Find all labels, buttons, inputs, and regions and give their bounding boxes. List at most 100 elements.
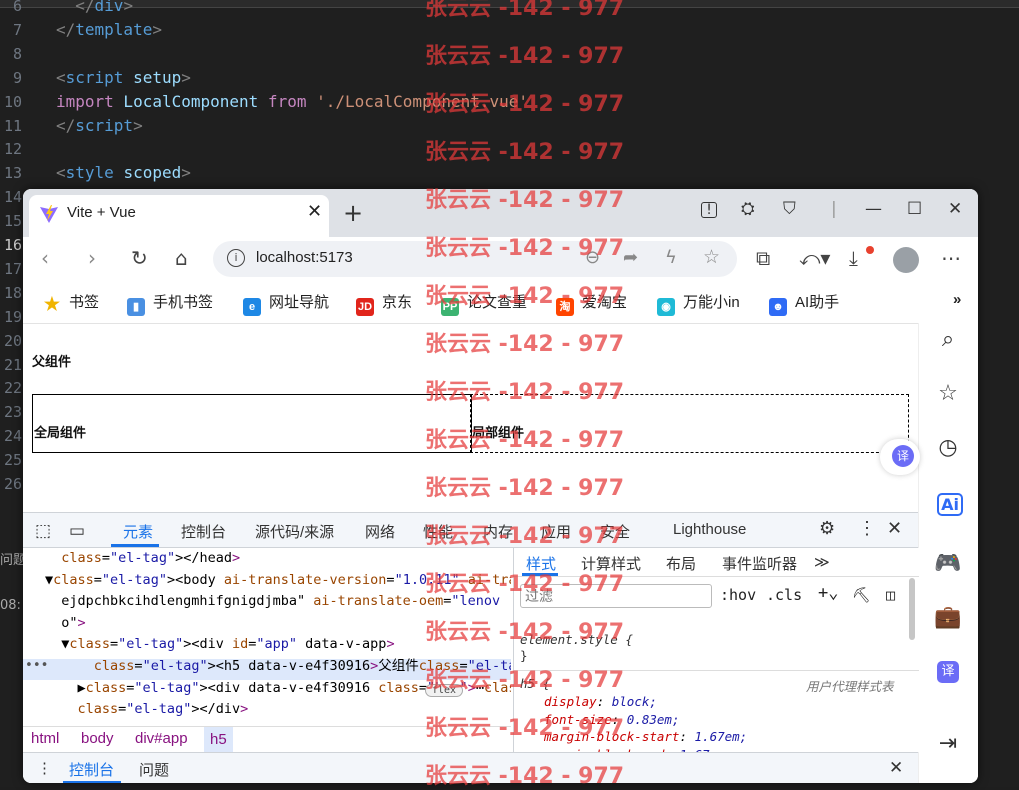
site-info-icon[interactable]: i [227,249,245,267]
reload-icon[interactable]: ↻ [131,246,148,270]
dom-node-line[interactable]: class="el-tag"></div> [45,699,249,720]
settings-gear-icon[interactable]: ⚙ [819,518,835,539]
bookmark-item[interactable]: ◉ 万能小in [657,291,740,316]
search-icon[interactable]: ⌕ [933,327,963,352]
devtools-tab[interactable]: 源代码/来源 [255,521,334,542]
drawer-tab-console[interactable]: 控制台 [69,759,114,780]
undo-menu-icon[interactable]: ⤺▾ [799,246,830,270]
code-text: <style scoped> [56,163,191,183]
hover-state-button[interactable]: :hov [720,586,756,604]
dom-node-line[interactable]: o"> [45,613,85,634]
robot-icon: ◉ [657,298,675,316]
avatar[interactable] [893,247,919,273]
download-badge [866,246,874,254]
download-icon[interactable]: ⤓ [849,246,858,270]
star-icon: ★ [43,294,61,314]
watermark-text: 张云云 -142 - 977 [425,284,625,309]
close-tab-icon[interactable]: ✕ [307,201,322,222]
devtools-tab[interactable]: 元素 [123,521,153,542]
share-icon[interactable]: ➦ [623,247,638,268]
global-component-box: 全局组件 [32,394,472,453]
bookmark-item[interactable]: ▮ 手机书签 [127,291,213,316]
class-toggle-button[interactable]: .cls [766,586,802,604]
bookmarks-overflow-icon[interactable]: » [953,291,961,308]
code-text: <script setup> [56,67,191,87]
line-number: 23 [3,403,22,422]
translate-badge-icon: 译 [892,445,914,467]
devtools-menu-icon[interactable]: ⋮ [858,518,876,539]
styles-tab[interactable]: ≫ [814,553,830,571]
dom-node-line[interactable]: class="el-tag"></head> [45,548,240,569]
ua-stylesheet-label: 用户代理样式表 [806,679,894,694]
line-number: 26 [3,475,22,493]
bookmark-item[interactable]: JD 京东 [356,291,412,316]
incognito-icon[interactable]: ⛭ [741,199,755,219]
back-icon[interactable]: ‹ [41,246,49,270]
drawer-menu-icon[interactable]: ⋮ [37,759,52,777]
device-toolbar-icon[interactable]: ▭ [69,521,85,541]
floating-translate-button[interactable]: 译 [880,439,920,475]
breadcrumb-item[interactable]: html [31,730,59,747]
tab-vite-vue[interactable]: Vite + Vue ✕ [29,195,329,237]
minimize-icon[interactable]: — [865,199,882,219]
breadcrumb-item[interactable]: body [81,730,114,747]
watermark-text: 张云云 -142 - 977 [425,0,625,21]
game-icon[interactable]: 🎮 [933,551,963,576]
collapse-sidebar-icon[interactable]: ⇥ [933,731,963,756]
line-number: 15 [3,212,22,231]
css-declaration[interactable]: display: block; [544,694,657,709]
line-number: 21 [3,355,22,374]
history-icon[interactable]: ◷ [933,435,963,460]
extension-shirt-icon[interactable]: ⛉ [783,199,796,219]
styles-tab[interactable]: 事件监听器 [722,553,797,574]
devtools-tab[interactable]: 网络 [365,521,395,542]
close-window-icon[interactable]: ✕ [948,199,962,219]
watermark-text: 张云云 -142 - 977 [425,620,625,645]
breadcrumb-item[interactable]: h5 [204,727,233,753]
watermark-text: 张云云 -142 - 977 [425,476,625,501]
bookmark-item[interactable]: e 网址导航 [243,291,329,316]
watermark-text: 张云云 -142 - 977 [425,668,625,693]
ai-chat-icon: ☻ [769,298,787,316]
watermark-text: 张云云 -142 - 977 [425,236,625,261]
toggle-sidebar-icon[interactable]: ◫ [886,586,895,604]
lightning-icon[interactable]: ϟ [665,247,677,268]
toolbox-icon[interactable]: 💼 [933,605,963,630]
styles-tab[interactable]: 布局 [666,553,696,574]
forward-icon[interactable]: › [88,246,96,270]
watermark-text: 张云云 -142 - 977 [425,332,625,357]
jd-icon: JD [356,298,374,316]
devtools-tab[interactable]: Lighthouse [673,521,746,538]
extensions-icon[interactable]: ⧉ [756,246,770,270]
favorites-icon[interactable]: ☆ [933,381,963,406]
home-icon[interactable]: ⌂ [175,246,188,270]
bookmark-item[interactable]: ☻ AI助手 [769,291,839,316]
line-number: 8 [12,44,22,63]
dom-node-line[interactable]: ▼class="el-tag"><div id="app" data-v-app… [45,634,394,655]
watermark-text: 张云云 -142 - 977 [425,764,625,789]
close-drawer-icon[interactable]: ✕ [889,758,903,778]
more-menu-icon[interactable]: ⋯ [941,246,961,270]
bookmark-item[interactable]: ★ 书签 [43,291,99,313]
bookmark-label: 手机书签 [153,294,214,311]
url-text[interactable]: localhost:5173 [256,249,353,266]
tab-actions-icon[interactable]: ! [701,202,717,218]
watermark-text: 张云云 -142 - 977 [425,140,625,165]
maximize-icon[interactable]: ☐ [907,199,922,219]
styles-scrollbar[interactable] [909,578,915,640]
drawer-tab-issues[interactable]: 问题 [139,759,169,780]
vite-logo-icon [40,205,58,223]
breadcrumb-item[interactable]: div#app [135,730,188,747]
paint-brush-icon[interactable]: ⛏ [852,586,871,604]
code-text: </template> [56,19,162,39]
parent-heading: 父组件 [32,355,72,370]
ai-icon[interactable]: Ai [937,493,963,516]
line-number: 16 [3,236,22,254]
devtools-tab[interactable]: 控制台 [181,521,226,542]
close-devtools-icon[interactable]: ✕ [887,518,902,539]
new-tab-icon[interactable]: + [343,199,363,227]
favorite-star-icon[interactable]: ☆ [703,246,720,268]
translate-icon[interactable]: 译 [937,661,959,683]
inspect-element-icon[interactable]: ⬚ [35,521,51,541]
new-rule-icon[interactable]: +⌄ [818,583,838,603]
